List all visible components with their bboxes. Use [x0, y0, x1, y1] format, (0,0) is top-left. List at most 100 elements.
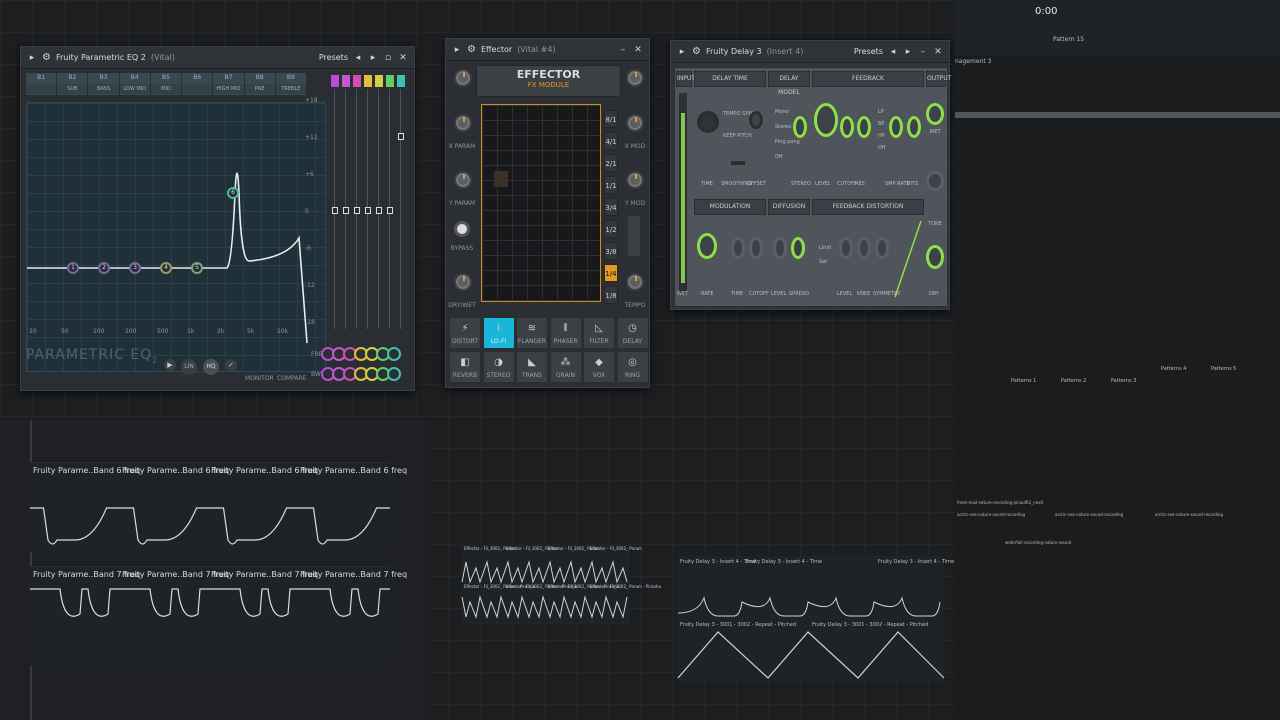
eq-node[interactable]: 3 [129, 262, 141, 274]
eq-titlebar[interactable]: ▸ ⚙ Fruity Parametric EQ 2 (Vital) Prese… [21, 47, 414, 69]
filter-hp[interactable]: HP [878, 133, 885, 139]
eq-node[interactable]: 1 [67, 262, 79, 274]
effect-button-trans[interactable]: ◣ TRANS [516, 351, 548, 383]
mod-time-knob[interactable] [731, 237, 745, 259]
audio-clip[interactable]: arctic-sea-nature-sound-recording [1155, 512, 1223, 517]
audio-clip[interactable]: waterfall-recording-nature-sound [1005, 540, 1071, 545]
band-gain-handle[interactable] [365, 207, 371, 214]
mod-cutoff-knob[interactable] [749, 237, 763, 259]
bypass-button[interactable] [454, 221, 470, 237]
band-gain-handle[interactable] [343, 207, 349, 214]
collapse-arrow-icon[interactable]: ▸ [452, 45, 462, 55]
res-knob[interactable] [857, 116, 871, 138]
limit-option[interactable]: Limit [819, 245, 831, 251]
close-icon[interactable]: ✕ [633, 45, 643, 55]
effect-button-delay[interactable]: ◷ DELAY [616, 317, 649, 349]
xy-cursor[interactable] [494, 171, 508, 187]
ratio-button[interactable]: 1/8 [604, 286, 618, 304]
close-icon[interactable]: ✕ [398, 53, 408, 63]
diffusion-level-knob[interactable] [773, 237, 787, 259]
ratio-button[interactable]: 3/4 [604, 198, 618, 216]
tempo-knob[interactable] [626, 273, 644, 291]
next-preset-icon[interactable]: ▸ [368, 53, 378, 63]
presets-button[interactable]: Presets [319, 53, 348, 62]
band-gain-handle[interactable] [332, 207, 338, 214]
presets-button[interactable]: Presets [854, 47, 883, 56]
effect-button-stereo[interactable]: ◑ STEREO [482, 351, 515, 383]
model-mono[interactable]: Mono [775, 109, 789, 115]
dist-level-knob[interactable] [839, 237, 853, 259]
sample-rate-knob[interactable] [889, 116, 903, 138]
pattern-clip[interactable]: Patterns 2 [1061, 378, 1086, 384]
collapse-arrow-icon[interactable]: ▸ [27, 53, 37, 63]
eq-node[interactable]: 5 [191, 262, 203, 274]
band-gain-slider[interactable] [400, 89, 408, 329]
x-param-knob[interactable] [454, 114, 472, 132]
collapse-arrow-icon[interactable]: ▸ [677, 47, 687, 57]
minimize-icon[interactable]: – [918, 47, 928, 57]
freq-knob[interactable] [387, 347, 401, 361]
ratio-button[interactable]: 1/4 [604, 264, 618, 282]
prev-preset-icon[interactable]: ◂ [888, 47, 898, 57]
smoothing-slider[interactable] [731, 161, 745, 165]
y-param-knob[interactable] [454, 171, 472, 189]
audio-clip[interactable]: arctic-sea-nature-sound-recording [957, 512, 1025, 517]
diffusion-spread-knob[interactable] [791, 237, 805, 259]
ratio-button[interactable]: 2/1 [604, 154, 618, 172]
input-meter[interactable] [679, 93, 687, 293]
effect-button-filter[interactable]: ◺ FILTER [583, 317, 615, 349]
effect-button-flanger[interactable]: ≋ FLANGER [516, 317, 548, 349]
dry-knob[interactable] [926, 245, 944, 269]
mod-shape-selector[interactable] [628, 216, 640, 256]
filter-lp[interactable]: LP [878, 109, 884, 115]
hq-button[interactable]: HQ [203, 359, 219, 375]
keep-pitch-option[interactable]: KEEP PITCH [723, 133, 752, 139]
minimize-icon[interactable]: – [618, 45, 628, 55]
close-icon[interactable]: ✕ [933, 47, 943, 57]
effector-automation[interactable]: Effector - Fil_3002_ Param Effector - Fi… [461, 544, 661, 624]
bw-knob[interactable] [387, 367, 401, 381]
prev-preset-icon[interactable]: ◂ [353, 53, 363, 63]
model-off[interactable]: Off [775, 154, 782, 160]
effect-button-distort[interactable]: ⚡ DISTORT [449, 317, 481, 349]
time-knob[interactable] [697, 111, 719, 133]
band-gain-handle[interactable] [387, 207, 393, 214]
band-gain-handle[interactable] [398, 133, 404, 140]
gear-icon[interactable]: ⚙ [467, 44, 476, 55]
filter-off[interactable]: Off [878, 145, 885, 151]
in-gain-knob[interactable] [454, 69, 472, 87]
next-preset-icon[interactable]: ▸ [903, 47, 913, 57]
stereo-knob[interactable] [793, 116, 807, 138]
eq-node[interactable]: 4 [160, 262, 172, 274]
effect-button-grain[interactable]: ⁂ GRAIN [549, 351, 582, 383]
xy-pad[interactable] [481, 104, 601, 302]
gear-icon[interactable]: ⚙ [692, 46, 701, 57]
ratio-button[interactable]: 1/1 [604, 176, 618, 194]
sat-option[interactable]: Sat [819, 259, 827, 265]
effect-button-ring[interactable]: ◎ RING [616, 351, 649, 383]
bits-knob[interactable] [907, 116, 921, 138]
x-mod-knob[interactable] [626, 114, 644, 132]
maximize-icon[interactable]: ▫ [383, 53, 393, 63]
model-pingpong[interactable]: Ping pong [775, 139, 800, 145]
pattern-clip[interactable]: Patterns 1 [1011, 378, 1036, 384]
ratio-button[interactable]: 4/1 [604, 132, 618, 150]
offset-knob[interactable] [749, 111, 763, 129]
tone-knob[interactable] [926, 171, 944, 191]
effect-button-phaser[interactable]: ⦀ PHASER [549, 317, 582, 349]
effect-button-lo-fi[interactable]: ⌇ LO-FI [482, 317, 515, 349]
effect-button-vox[interactable]: ◆ VOX [583, 351, 615, 383]
pattern-clip[interactable]: Patterns 5 [1211, 366, 1236, 372]
cutoff-knob[interactable] [840, 116, 854, 138]
wet-knob[interactable] [926, 103, 944, 125]
eq-node[interactable]: 2 [98, 262, 110, 274]
knee-knob[interactable] [857, 237, 871, 259]
delay-automation[interactable]: Fruity Delay 3 - Insert 4 - Time Fruity … [677, 556, 954, 682]
gear-icon[interactable]: ⚙ [42, 52, 51, 63]
pattern-clip[interactable]: Patterns 3 [1111, 378, 1136, 384]
delay-titlebar[interactable]: ▸ ⚙ Fruity Delay 3 (Insert 4) Presets ◂ … [671, 41, 949, 63]
ratio-button[interactable]: 1/2 [604, 220, 618, 238]
feedback-level-knob[interactable] [814, 103, 838, 137]
ratio-button[interactable]: 8/1 [604, 110, 618, 128]
lin-button[interactable]: LIN [181, 359, 197, 375]
